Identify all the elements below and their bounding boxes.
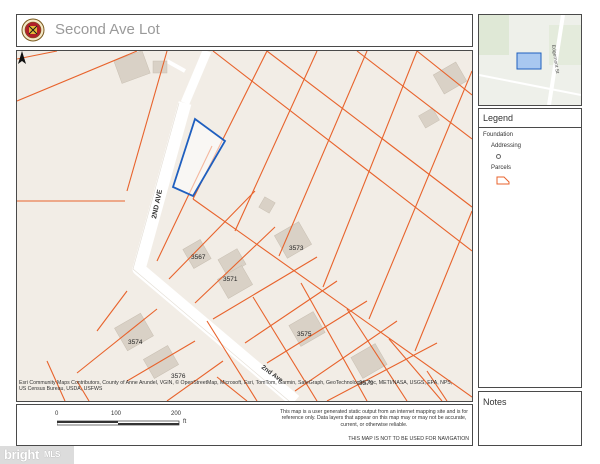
map-title: Second Ave Lot	[55, 21, 160, 38]
overview-map[interactable]: Edgemont St	[479, 15, 581, 105]
legend-item-parcels: Parcels	[491, 165, 512, 171]
legend-title: Legend	[483, 113, 514, 123]
navigation-warning: THIS MAP IS NOT TO BE USED FOR NAVIGATIO…	[348, 436, 469, 442]
map-disclaimer: This map is a user generated static outp…	[279, 409, 468, 428]
bright-mls-logo: bright MLS	[0, 446, 74, 464]
legend-panel: Legend Foundation Addressing Parcels	[478, 108, 582, 388]
scale-tick-label: 200	[171, 411, 182, 417]
address-label: 3573	[289, 245, 304, 252]
map-attribution: Esri Community Maps Contributors, County…	[19, 380, 453, 393]
north-arrow-icon	[18, 51, 26, 64]
address-label: 3571	[223, 276, 238, 283]
map-panel[interactable]: 2ND AVE 2nd Ave 3567 3573 3571 3575 3574…	[16, 50, 473, 402]
address-label: 3574	[128, 339, 143, 346]
address-label: 3567	[191, 254, 206, 261]
legend-divider	[479, 127, 581, 128]
legend-item-addressing: Addressing	[491, 143, 522, 149]
scale-tick-label: 0	[55, 411, 59, 417]
county-seal-icon	[21, 18, 45, 42]
logo-brand: bright	[4, 447, 40, 462]
scale-tick-label: 100	[111, 411, 122, 417]
scale-panel: 0 100 200 ft This map is a user generate…	[16, 404, 473, 446]
notes-panel: Notes	[478, 391, 582, 446]
address-label: 3576	[171, 373, 186, 380]
overview-map-panel[interactable]: Edgemont St	[478, 14, 582, 106]
title-panel: Second Ave Lot	[16, 14, 473, 47]
logo-suffix: MLS	[44, 450, 60, 459]
notes-title: Notes	[483, 397, 507, 407]
map-canvas[interactable]: 2ND AVE 2nd Ave 3567 3573 3571 3575 3574…	[17, 51, 472, 401]
legend-group-label: Foundation	[483, 132, 514, 138]
address-label: 3575	[297, 331, 312, 338]
scale-unit: ft	[183, 419, 187, 425]
addressing-dot-icon	[496, 154, 501, 159]
overview-extent-box	[516, 52, 542, 70]
parcel-outline-icon	[496, 176, 510, 185]
scale-bar	[57, 420, 180, 426]
